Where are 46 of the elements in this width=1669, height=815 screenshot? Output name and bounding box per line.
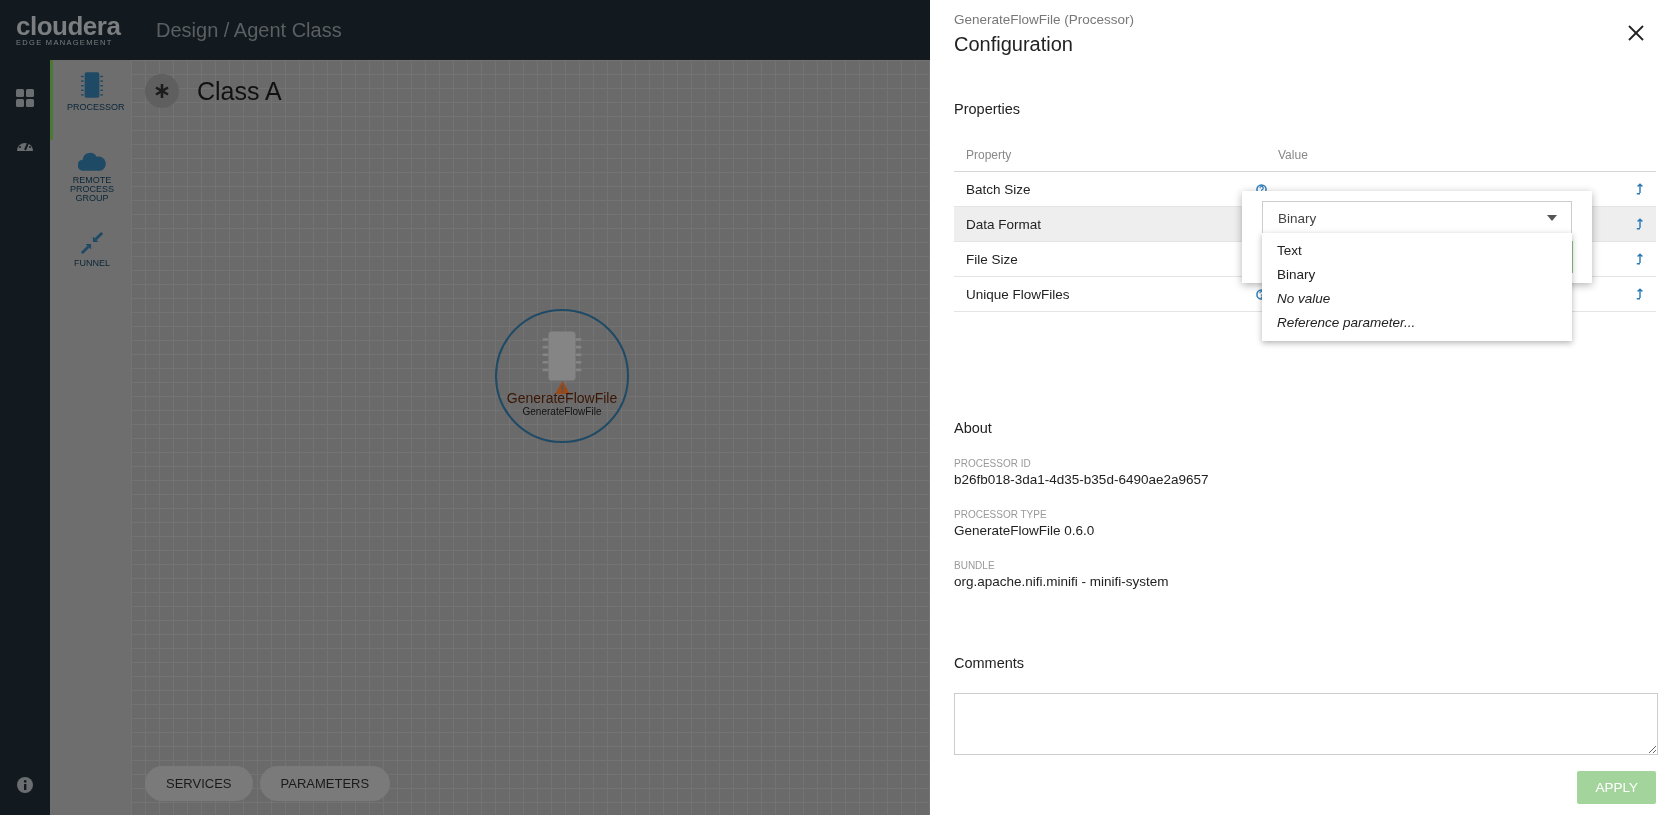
section-heading: About (954, 420, 993, 436)
chip-icon (81, 72, 103, 98)
cloud-icon (78, 152, 106, 171)
asterisk-button[interactable] (145, 74, 179, 108)
close-icon[interactable] (1628, 25, 1644, 41)
caret-icon (1547, 215, 1557, 221)
palette-item[interactable]: FUNNEL (50, 220, 131, 300)
canvas-title: Class A (197, 76, 282, 106)
arrows-inward-icon (81, 232, 103, 254)
upload-arrow-icon[interactable] (1636, 288, 1644, 300)
property-name: File Size (966, 251, 1019, 267)
property-name: Unique FlowFiles (966, 286, 1071, 302)
column-header: Value (1278, 148, 1309, 162)
field-value: GenerateFlowFile 0.6.0 (954, 523, 1096, 538)
logo-name: cloudera (16, 13, 121, 38)
canvas-button[interactable]: SERVICES (145, 766, 253, 801)
panel-title: Configuration (954, 33, 1074, 56)
section-heading: Properties (954, 101, 1022, 117)
field-value: b26fb018-3da1-4d35-b35d-6490ae2a9657 (954, 472, 1210, 487)
field-label: BUNDLE (954, 560, 996, 571)
canvas-button[interactable]: PARAMETERS (259, 766, 391, 801)
breadcrumb: Design / Agent Class (156, 18, 342, 42)
palette-item[interactable]: REMOTE PROCESS GROUP (50, 140, 131, 220)
dropdown-option[interactable]: Reference parameter... (1262, 311, 1572, 335)
upload-arrow-icon[interactable] (1636, 253, 1644, 265)
field-label: PROCESSOR TYPE (954, 509, 1048, 520)
field-label: PROCESSOR ID (954, 458, 1032, 469)
info-icon[interactable] (17, 777, 33, 793)
comments-field[interactable] (954, 693, 1658, 755)
upload-arrow-icon[interactable] (1636, 218, 1644, 230)
property-name: Batch Size (966, 181, 1032, 197)
node-subtitle: GenerateFlowFile (522, 406, 602, 417)
processor-node[interactable]: GenerateFlowFile GenerateFlowFile (495, 309, 629, 443)
field-value: org.apache.nifi.minifi - minifi-system (954, 574, 1170, 589)
dashboard-icon[interactable] (16, 89, 34, 107)
panel-subtitle: GenerateFlowFile (Processor) (954, 12, 1135, 27)
dropdown-option[interactable]: Binary (1262, 263, 1572, 287)
column-header: Property (966, 148, 1013, 162)
upload-arrow-icon[interactable] (1636, 183, 1644, 195)
chip-icon (540, 331, 584, 381)
node-title: GenerateFlowFile (506, 391, 618, 406)
asterisk-icon (155, 84, 169, 98)
property-name: Data Format (966, 216, 1043, 232)
dropdown-option[interactable]: Text (1262, 239, 1572, 263)
section-heading: Comments (954, 655, 1026, 671)
dropdown-option[interactable]: No value (1262, 287, 1572, 311)
